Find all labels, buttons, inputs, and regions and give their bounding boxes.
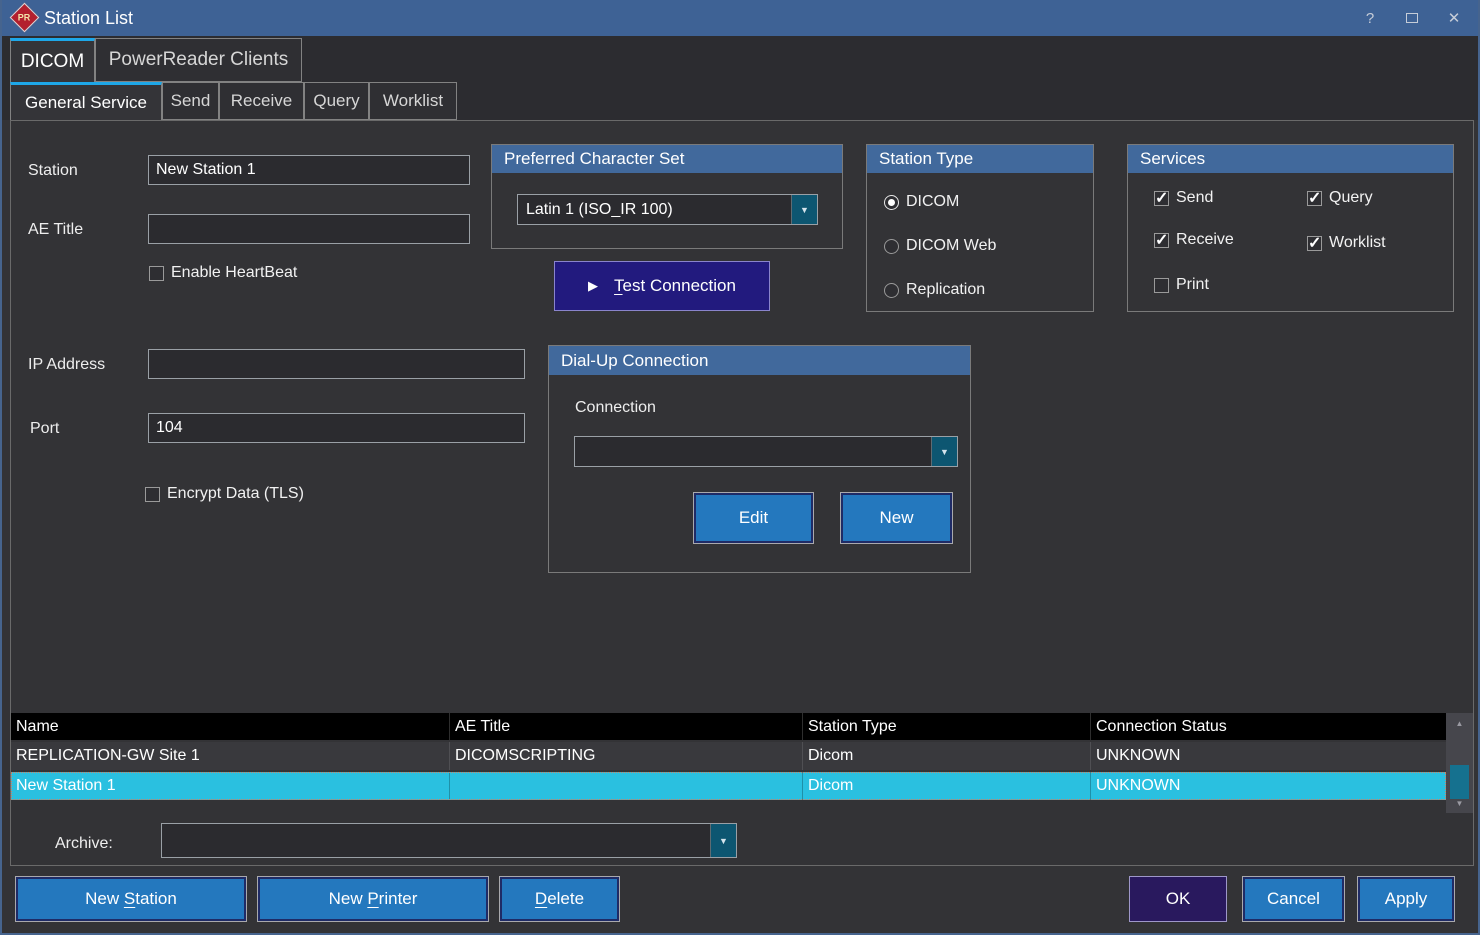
table-scrollbar[interactable]: ▲ ▼ [1446,713,1473,813]
column-header-station-type[interactable]: Station Type [803,713,1091,740]
column-header-connection-status[interactable]: Connection Status [1091,713,1446,740]
character-set-dropdown[interactable]: Latin 1 (ISO_IR 100) ▼ [517,194,818,225]
ip-address-input[interactable] [148,349,525,379]
group-header: Dial-Up Connection [549,346,970,375]
checkbox-icon [1307,191,1322,206]
radio-icon [884,195,899,210]
tab-worklist[interactable]: Worklist [369,82,457,120]
character-set-value: Latin 1 (ISO_IR 100) [518,195,791,224]
radio-dicom-web[interactable]: DICOM Web [884,237,996,255]
help-icon[interactable]: ? [1360,10,1380,27]
port-label: Port [30,420,59,438]
edit-connection-button[interactable]: Edit [693,492,814,544]
dial-up-connection-group: Dial-Up Connection Connection ▼ Edit New [548,345,971,573]
table-row[interactable]: REPLICATION-GW Site 1 DICOMSCRIPTING Dic… [11,742,1446,770]
group-header: Station Type [867,145,1093,173]
checkbox-icon [1154,191,1169,206]
tab-receive[interactable]: Receive [219,82,304,120]
connection-dropdown[interactable]: ▼ [574,436,958,467]
stations-table: Name AE Title Station Type Connection St… [11,713,1473,813]
ok-button[interactable]: OK [1129,876,1227,922]
scroll-down-icon[interactable]: ▼ [1446,795,1473,811]
station-list-window: PR Station List ? ✕ DICOM PowerReader Cl… [0,0,1480,935]
service-worklist-checkbox[interactable]: Worklist [1307,234,1386,252]
preferred-character-set-group: Preferred Character Set Latin 1 (ISO_IR … [491,144,843,249]
connection-value [575,437,931,466]
button-bar: New Station New Printer Delete OK Cancel… [2,866,1478,933]
checkbox-icon [1307,236,1322,251]
chevron-down-icon[interactable]: ▼ [791,195,817,224]
new-station-button[interactable]: New Station [15,876,247,922]
tab-send[interactable]: Send [162,82,219,120]
new-printer-button[interactable]: New Printer [257,876,489,922]
tab-powerreader-clients[interactable]: PowerReader Clients [95,38,302,82]
services-group: Services Send Query Receive Worklist Pri… [1127,144,1454,312]
column-header-ae-title[interactable]: AE Title [450,713,803,740]
close-icon[interactable]: ✕ [1444,9,1464,27]
checkbox-icon [149,266,164,281]
table-row[interactable]: New Station 1 Dicom UNKNOWN [11,772,1446,800]
group-header: Services [1128,145,1453,173]
app-icon: PR [10,3,40,33]
service-send-checkbox[interactable]: Send [1154,189,1213,207]
tab-query[interactable]: Query [304,82,369,120]
tab-dicom[interactable]: DICOM [10,38,95,82]
test-connection-button[interactable]: ▶ Test Connection [554,261,770,311]
cancel-button[interactable]: Cancel [1242,876,1345,922]
radio-icon [884,283,899,298]
checkbox-icon [1154,278,1169,293]
titlebar: PR Station List ? ✕ [2,0,1478,36]
radio-dicom[interactable]: DICOM [884,193,959,211]
group-header: Preferred Character Set [492,145,842,173]
chevron-down-icon[interactable]: ▼ [710,824,736,857]
service-print-checkbox[interactable]: Print [1154,276,1209,294]
delete-button[interactable]: Delete [499,876,620,922]
column-header-name[interactable]: Name [11,713,450,740]
connection-label: Connection [575,399,656,417]
tab-general-service[interactable]: General Service [10,82,162,120]
ip-address-label: IP Address [28,356,105,374]
general-service-panel: Station AE Title Enable HeartBeat IP Add… [10,120,1474,866]
encrypt-tls-checkbox[interactable]: Encrypt Data (TLS) [145,485,304,503]
play-icon: ▶ [588,278,598,294]
maximize-icon[interactable] [1402,10,1422,27]
radio-icon [884,239,899,254]
table-header: Name AE Title Station Type Connection St… [11,713,1446,740]
checkbox-icon [145,487,160,502]
radio-replication[interactable]: Replication [884,281,985,299]
station-input[interactable] [148,155,470,185]
new-connection-button[interactable]: New [840,492,953,544]
enable-heartbeat-checkbox[interactable]: Enable HeartBeat [149,264,297,282]
archive-dropdown[interactable]: ▼ [161,823,737,858]
station-type-group: Station Type DICOM DICOM Web Replication [866,144,1094,312]
station-label: Station [28,162,78,180]
tab-zone: DICOM PowerReader Clients General Servic… [2,36,1478,120]
checkbox-icon [1154,233,1169,248]
ae-title-input[interactable] [148,214,470,244]
chevron-down-icon[interactable]: ▼ [931,437,957,466]
apply-button[interactable]: Apply [1357,876,1455,922]
service-query-checkbox[interactable]: Query [1307,189,1373,207]
port-input[interactable] [148,413,525,443]
archive-value [162,824,710,857]
service-receive-checkbox[interactable]: Receive [1154,231,1234,249]
window-title: Station List [44,0,133,36]
ae-title-label: AE Title [28,221,83,239]
archive-label: Archive: [55,835,113,853]
scroll-up-icon[interactable]: ▲ [1446,715,1473,731]
scrollbar-thumb[interactable] [1450,765,1469,799]
